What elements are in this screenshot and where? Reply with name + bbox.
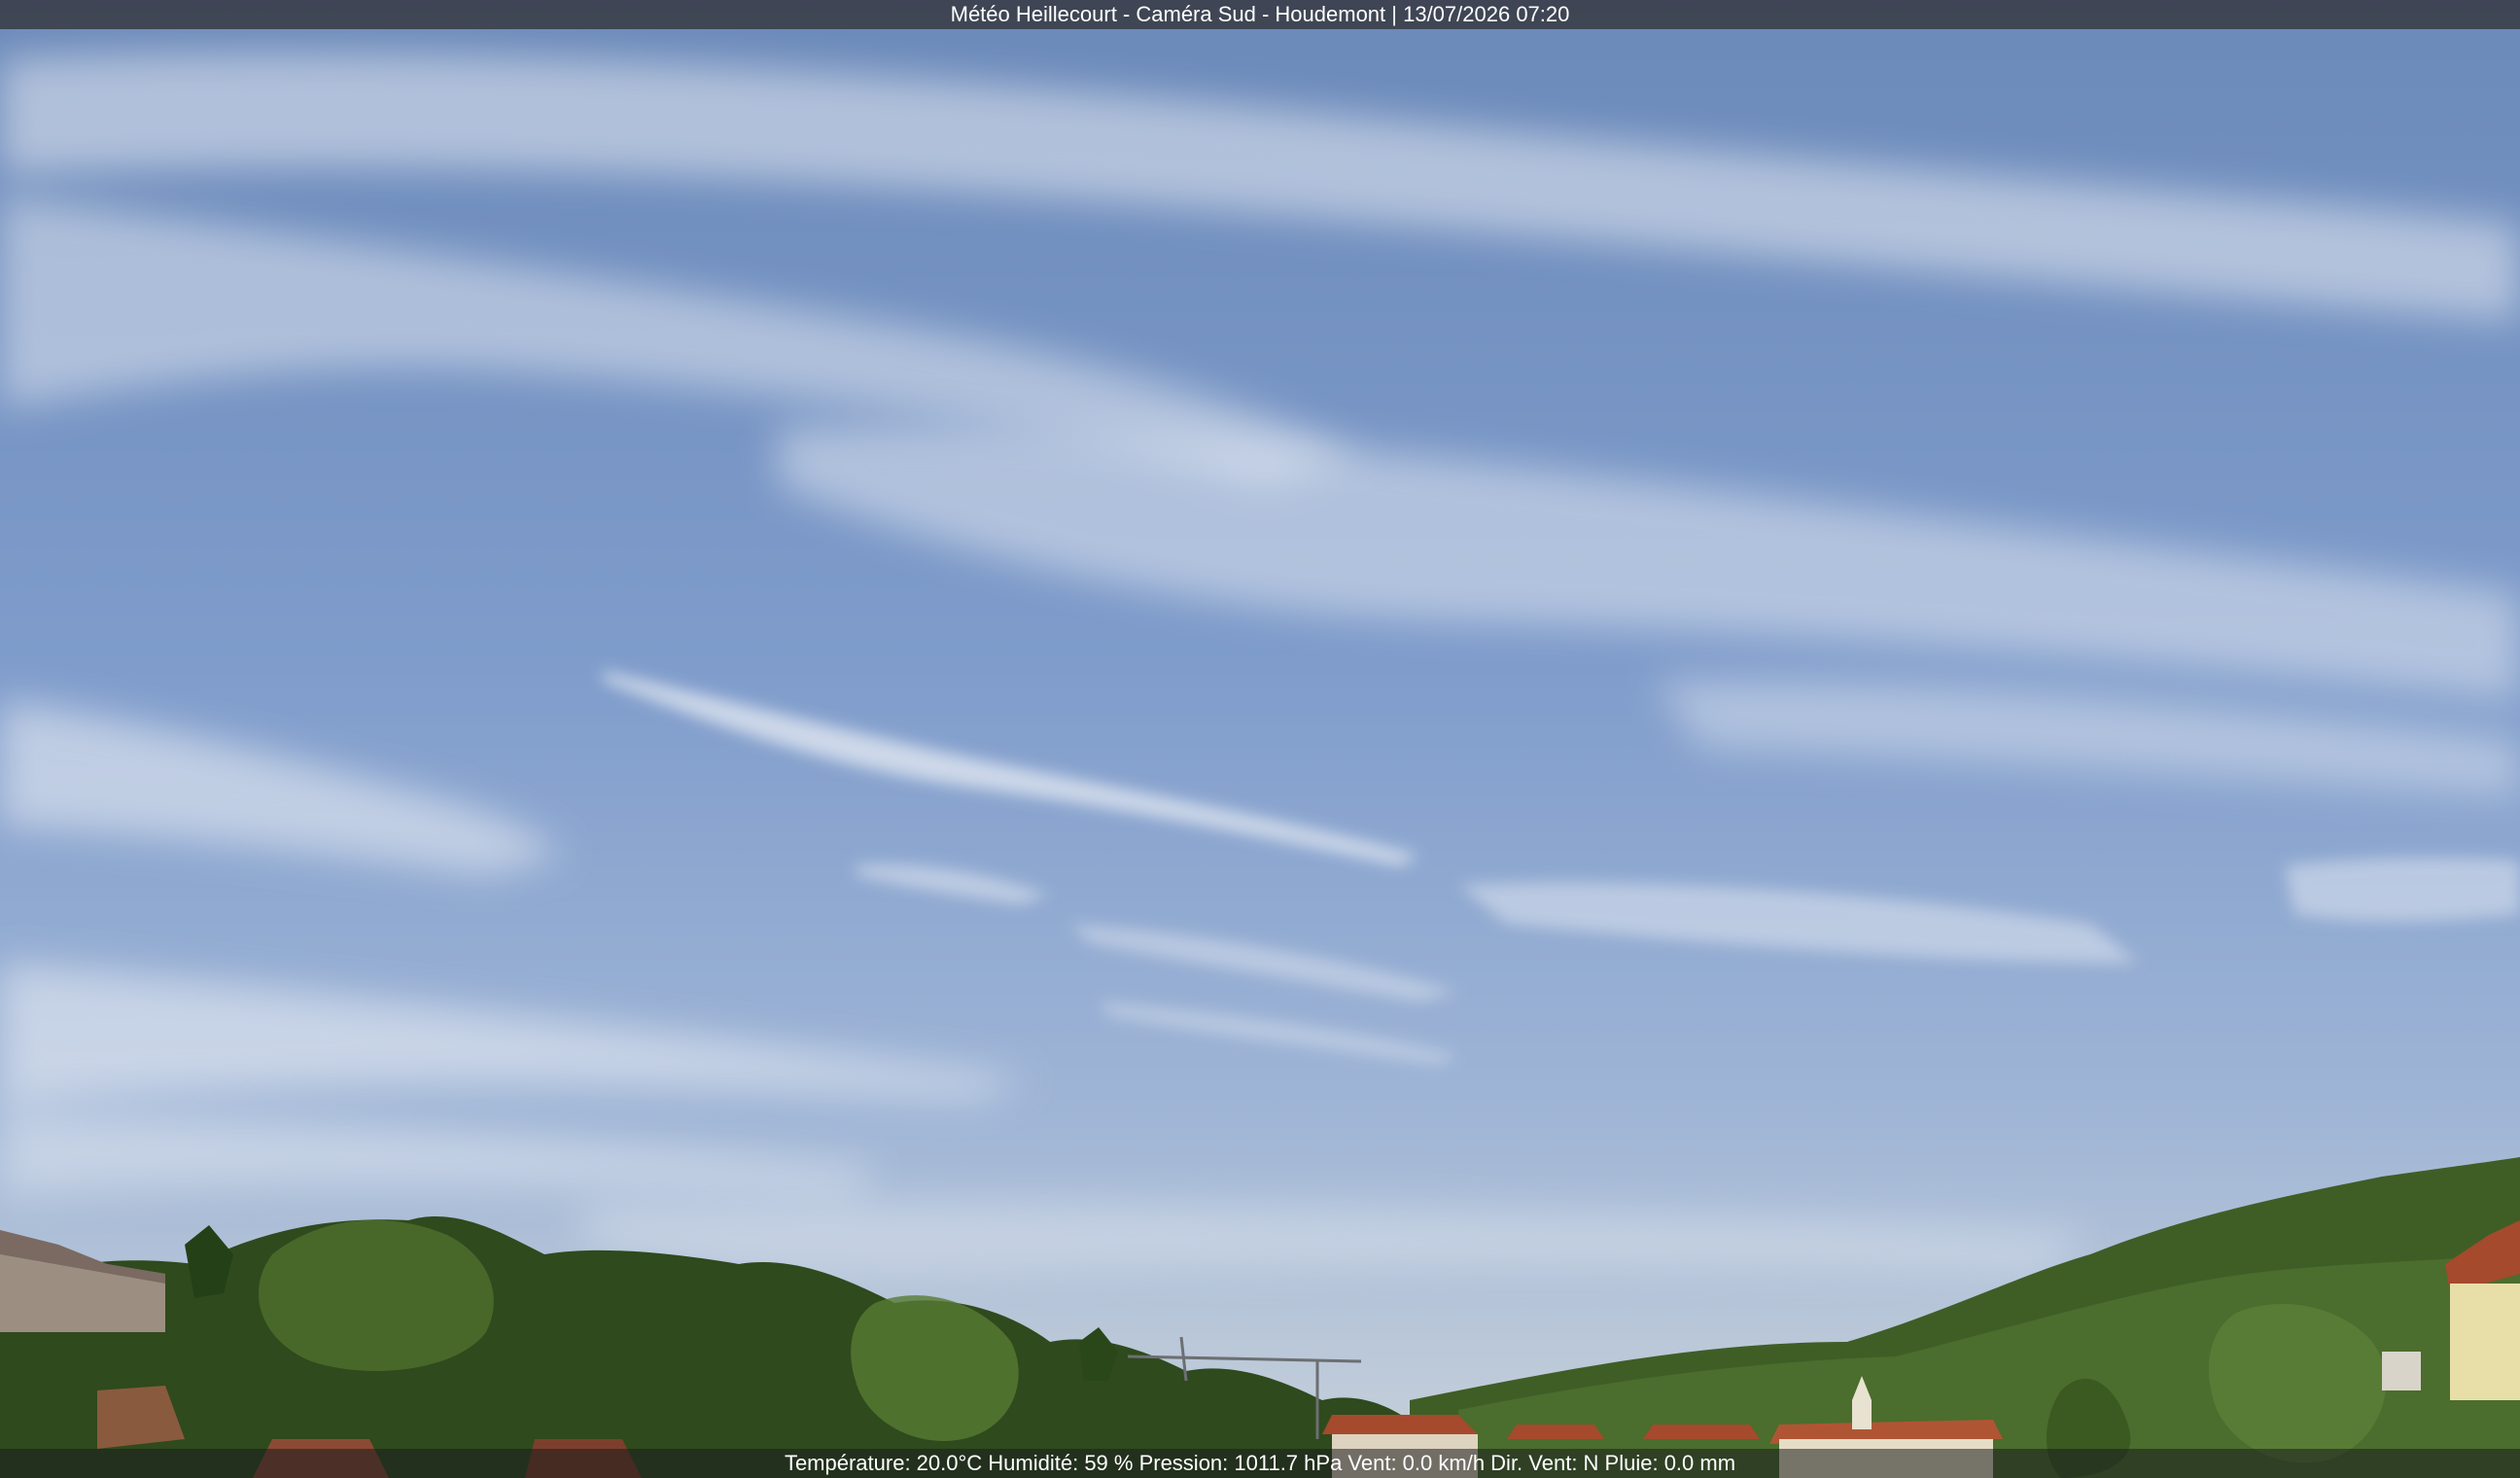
webcam-frame: Météo Heillecourt - Caméra Sud - Houdemo… bbox=[0, 0, 2520, 1478]
webcam-image bbox=[0, 0, 2520, 1478]
weather-readout-bar: Température: 20.0°C Humidité: 59 % Press… bbox=[0, 1449, 2520, 1478]
camera-title-bar: Météo Heillecourt - Caméra Sud - Houdemo… bbox=[0, 0, 2520, 29]
